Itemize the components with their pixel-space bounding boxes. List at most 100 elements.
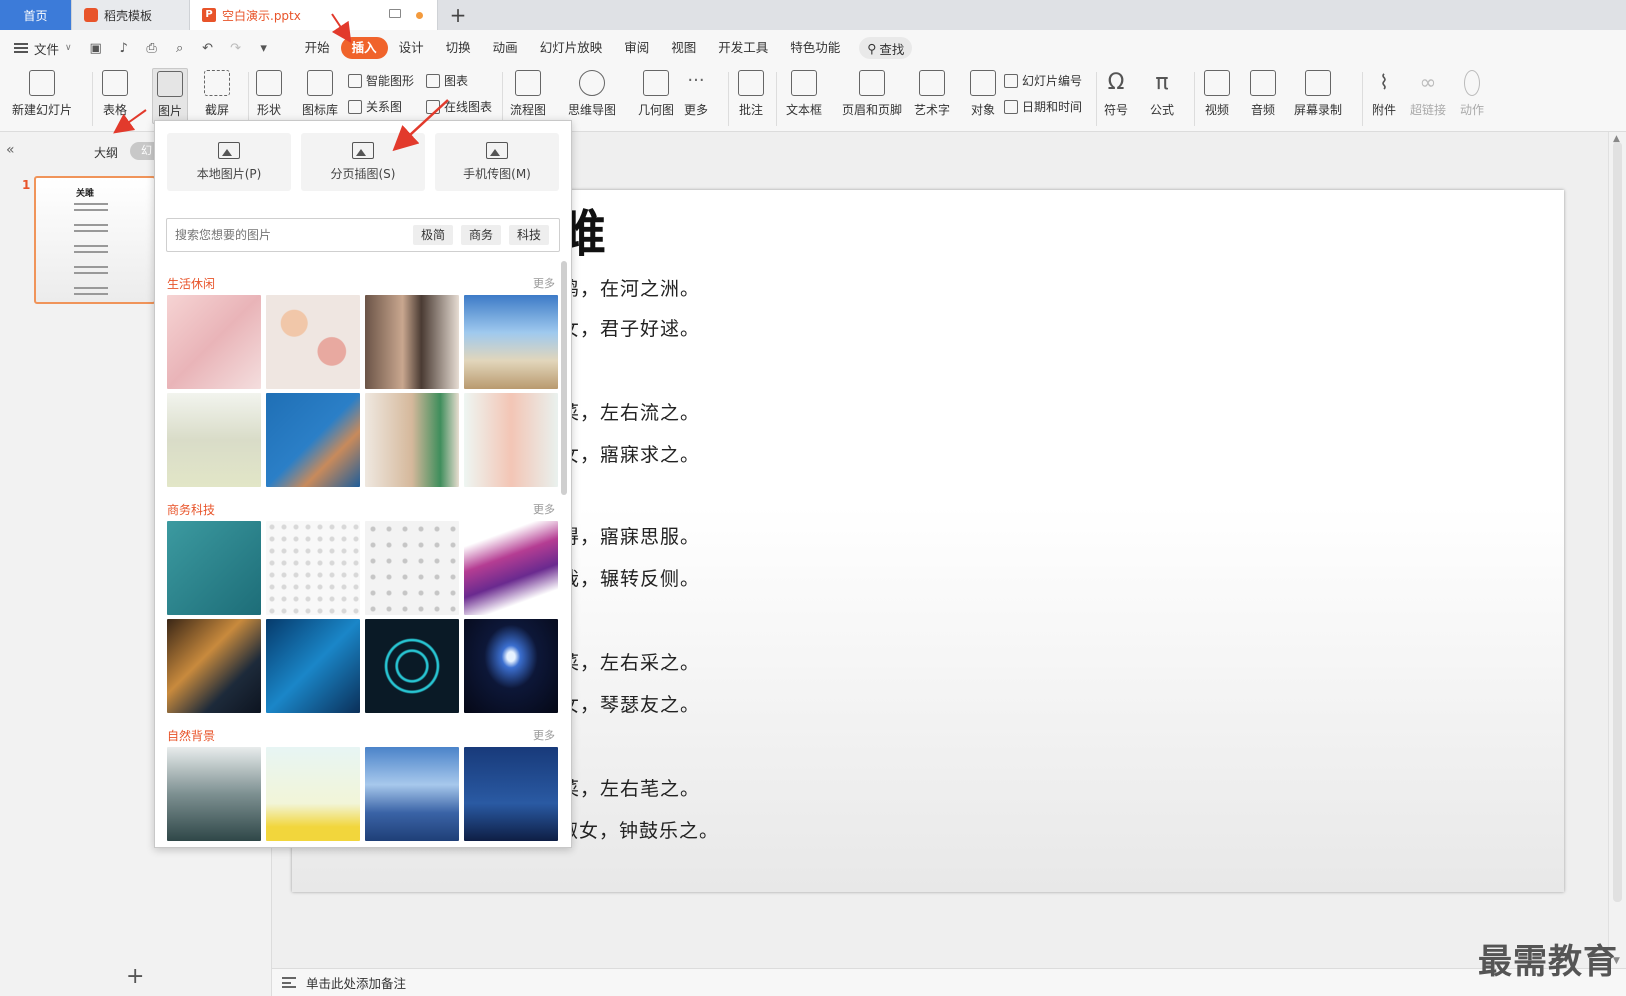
slide-number-label: 幻灯片编号 [1022,74,1083,88]
add-slide-button[interactable]: + [126,964,144,989]
outline-tab[interactable]: 大纲 [94,144,118,161]
image-thumb[interactable] [167,619,261,713]
slide-number-button[interactable]: 幻灯片编号 [1004,72,1082,89]
undo-icon[interactable]: ↶ [200,41,216,56]
vertical-scrollbar[interactable]: ▲ ▼ [1608,132,1626,968]
menu-start[interactable]: 开始 [294,37,341,59]
header-footer-button[interactable]: 页眉和页脚 [842,70,902,118]
local-picture-button[interactable]: 本地图片(P) [167,133,291,191]
image-thumb[interactable] [365,295,459,389]
image-thumb[interactable] [167,521,261,615]
menu-developer[interactable]: 开发工具 [707,37,779,59]
flowchart-button[interactable]: 流程图 [510,70,546,118]
image-thumb[interactable] [266,393,360,487]
slide-number: 1 [22,178,31,192]
menu-transition[interactable]: 切换 [435,37,482,59]
video-button[interactable]: 视频 [1204,70,1230,118]
object-button[interactable]: 对象 [970,70,996,118]
date-time-button[interactable]: 日期和时间 [1004,98,1082,115]
notes-placeholder[interactable]: 单击此处添加备注 [306,973,406,992]
menu-view[interactable]: 视图 [660,37,707,59]
image-thumb[interactable] [464,295,558,389]
comment-button[interactable]: 批注 [738,70,764,118]
slide-thumbnail[interactable]: 关雎 [34,176,156,304]
relation-button[interactable]: 关系图 [348,98,402,115]
image-thumb[interactable] [464,393,558,487]
section-more-nature[interactable]: 更多 [533,727,555,743]
image-thumb[interactable] [266,747,360,841]
new-tab-button[interactable]: + [438,0,478,30]
online-chart-button[interactable]: 在线图表 [426,98,492,115]
chart-button[interactable]: 图表 [426,72,468,89]
more-dots-icon: ··· [687,70,705,91]
symbol-button[interactable]: Ω 符号 [1104,70,1128,118]
section-more-life[interactable]: 更多 [533,275,555,291]
geometry-button[interactable]: 几何图 [638,70,674,118]
section-more-business[interactable]: 更多 [533,501,555,517]
tab-home[interactable]: 首页 [0,0,72,30]
hyperlink-button[interactable]: ∞ 超链接 [1410,70,1446,118]
image-thumb[interactable] [167,393,261,487]
scroll-thumb[interactable] [1613,142,1622,902]
phone-transfer-button[interactable]: 手机传图(M) [435,133,559,191]
chip-business[interactable]: 商务 [461,225,502,245]
menu-insert[interactable]: 插入 [340,37,388,59]
monitor-icon[interactable] [389,9,401,18]
image-thumb[interactable] [365,393,459,487]
file-menu[interactable]: 文件 ∨ [14,39,72,58]
print-preview-icon[interactable]: ⌕ [172,41,188,56]
attachment-button[interactable]: ⌇ 附件 [1372,70,1396,118]
menu-review[interactable]: 审阅 [613,37,660,59]
image-thumb[interactable] [464,521,558,615]
tab-document[interactable]: P 空白演示.pptx [190,0,438,30]
tab-templates[interactable]: 稻壳模板 [72,0,190,30]
picture-search-input[interactable] [175,228,405,242]
smart-shape-button[interactable]: 智能图形 [348,72,414,89]
image-grid-life [167,295,558,487]
screenshot-button[interactable]: 截屏 [204,70,230,118]
image-thumb[interactable] [266,295,360,389]
collapse-panel-icon[interactable]: « [6,142,15,158]
audio-label: 音频 [1250,103,1275,117]
audio-button[interactable]: 音频 [1250,70,1276,118]
menu-features[interactable]: 特色功能 [779,37,851,59]
image-thumb[interactable] [167,747,261,841]
menu-design[interactable]: 设计 [388,37,435,59]
image-grid-business [167,521,558,713]
dropdown-scrollbar[interactable] [561,261,567,495]
mindmap-button[interactable]: 思维导图 [568,70,616,118]
notes-bar[interactable]: 单击此处添加备注 [272,968,1626,996]
chip-tech[interactable]: 科技 [509,225,550,245]
icon-library-button[interactable]: 图标库 [302,70,338,118]
shape-button[interactable]: 形状 [256,70,282,118]
format-painter-icon[interactable]: ♪ [116,41,132,56]
search-command[interactable]: ⚲ 查找 [859,37,913,59]
image-thumb[interactable] [464,747,558,841]
screen-record-button[interactable]: 屏幕录制 [1294,70,1342,118]
unsaved-dot-icon[interactable] [416,12,423,19]
wordart-button[interactable]: 艺术字 [914,70,950,118]
picture-button[interactable]: 图片 [152,68,188,124]
menu-slideshow[interactable]: 幻灯片放映 [529,37,614,59]
menu-animation[interactable]: 动画 [482,37,529,59]
chip-minimal[interactable]: 极简 [413,225,454,245]
customize-icon[interactable]: ▾ [256,41,272,56]
redo-icon[interactable]: ↷ [228,41,244,56]
textbox-button[interactable]: 文本框 [786,70,822,118]
image-thumb[interactable] [266,619,360,713]
table-button[interactable]: 表格 [102,70,128,118]
formula-button[interactable]: π 公式 [1150,70,1174,118]
paged-insert-button[interactable]: 分页插图(S) [301,133,425,191]
image-thumb[interactable] [365,521,459,615]
search-command-label: 查找 [879,41,905,57]
print-icon[interactable]: ⎙ [144,41,160,56]
image-thumb[interactable] [365,747,459,841]
action-button[interactable]: 动作 [1460,70,1484,118]
new-slide-button[interactable]: 新建幻灯片 [12,70,72,118]
image-thumb[interactable] [266,521,360,615]
image-thumb[interactable] [464,619,558,713]
image-thumb[interactable] [365,619,459,713]
more-button[interactable]: ··· 更多 [684,70,708,118]
image-thumb[interactable] [167,295,261,389]
save-icon[interactable]: ▣ [88,41,104,56]
